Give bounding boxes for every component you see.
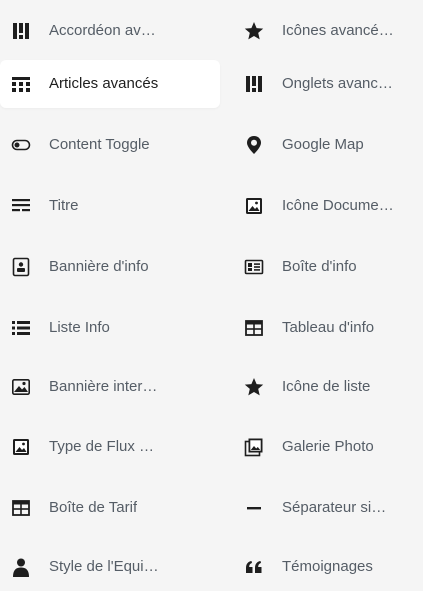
block-item-label: Articles avancés — [49, 75, 159, 92]
list-icon — [11, 318, 31, 338]
block-item-label: Boîte d'info — [282, 258, 357, 275]
toggle-icon — [11, 135, 31, 155]
block-item-advanced-icons[interactable]: Icônes avancé… — [232, 7, 423, 55]
separator-icon — [244, 498, 264, 518]
block-item-label: Liste Info — [49, 319, 110, 336]
accordion-icon — [11, 21, 31, 41]
info-banner-icon — [11, 257, 31, 277]
block-item-post-feed-type[interactable]: Type de Flux … — [0, 423, 220, 471]
block-item-team-style[interactable]: Style de l'Equi… — [0, 543, 220, 591]
gallery-icon — [244, 437, 264, 457]
block-item-interactive-banner[interactable]: Bannière inter… — [0, 363, 220, 411]
block-item-label: Tableau d'info — [282, 319, 375, 336]
block-item-label: Onglets avanc… — [282, 75, 393, 92]
block-item-label: Titre — [49, 197, 79, 214]
person-icon — [11, 557, 31, 577]
photo-frame-icon — [11, 437, 31, 457]
block-item-label: Bannière inter… — [49, 378, 158, 395]
block-item-advanced-accordion[interactable]: Accordéon av… — [0, 7, 220, 55]
block-item-label: Boîte de Tarif — [49, 499, 138, 516]
block-item-info-banner[interactable]: Bannière d'info — [0, 243, 220, 291]
table-icon — [244, 318, 264, 338]
block-item-content-toggle[interactable]: Content Toggle — [0, 121, 220, 169]
map-pin-icon — [244, 135, 264, 155]
block-item-info-list[interactable]: Liste Info — [0, 304, 220, 352]
block-item-label: Icône de liste — [282, 378, 371, 395]
star-icon — [244, 21, 264, 41]
block-item-label: Icône Docume… — [282, 197, 394, 214]
block-item-photo-gallery[interactable]: Galerie Photo — [232, 423, 423, 471]
block-item-heading[interactable]: Titre — [0, 182, 220, 230]
tabs-icon — [244, 74, 264, 94]
block-item-label: Séparateur si… — [282, 499, 387, 516]
block-item-label: Style de l'Equi… — [49, 558, 159, 575]
block-inserter-grid: Accordéon av… Articles avancés Content T… — [0, 0, 423, 580]
block-item-label: Galerie Photo — [282, 438, 374, 455]
block-item-advanced-articles[interactable]: Articles avancés — [0, 60, 220, 108]
block-item-icon-list[interactable]: Icône de liste — [232, 363, 423, 411]
document-image-icon — [244, 196, 264, 216]
block-item-label: Témoignages — [282, 558, 373, 575]
quote-icon — [244, 557, 264, 577]
block-item-label: Bannière d'info — [49, 258, 149, 275]
block-item-simple-separator[interactable]: Séparateur si… — [232, 484, 423, 532]
image-icon — [11, 377, 31, 397]
block-item-pricing-box[interactable]: Boîte de Tarif — [0, 484, 220, 532]
block-item-label: Content Toggle — [49, 136, 150, 153]
block-item-info-table[interactable]: Tableau d'info — [232, 304, 423, 352]
block-item-info-box[interactable]: Boîte d'info — [232, 243, 423, 291]
block-item-label: Icônes avancé… — [282, 22, 394, 39]
block-item-label: Google Map — [282, 136, 364, 153]
id-card-icon — [244, 257, 264, 277]
block-item-label: Type de Flux … — [49, 438, 155, 455]
star-icon — [244, 377, 264, 397]
block-item-document-icon[interactable]: Icône Docume… — [232, 182, 423, 230]
block-item-testimonials[interactable]: Témoignages — [232, 543, 423, 591]
table-icon — [11, 498, 31, 518]
block-item-google-map[interactable]: Google Map — [232, 121, 423, 169]
articles-grid-icon — [11, 74, 31, 94]
heading-icon — [11, 196, 31, 216]
block-item-label: Accordéon av… — [49, 22, 156, 39]
block-item-advanced-tabs[interactable]: Onglets avanc… — [232, 60, 423, 108]
